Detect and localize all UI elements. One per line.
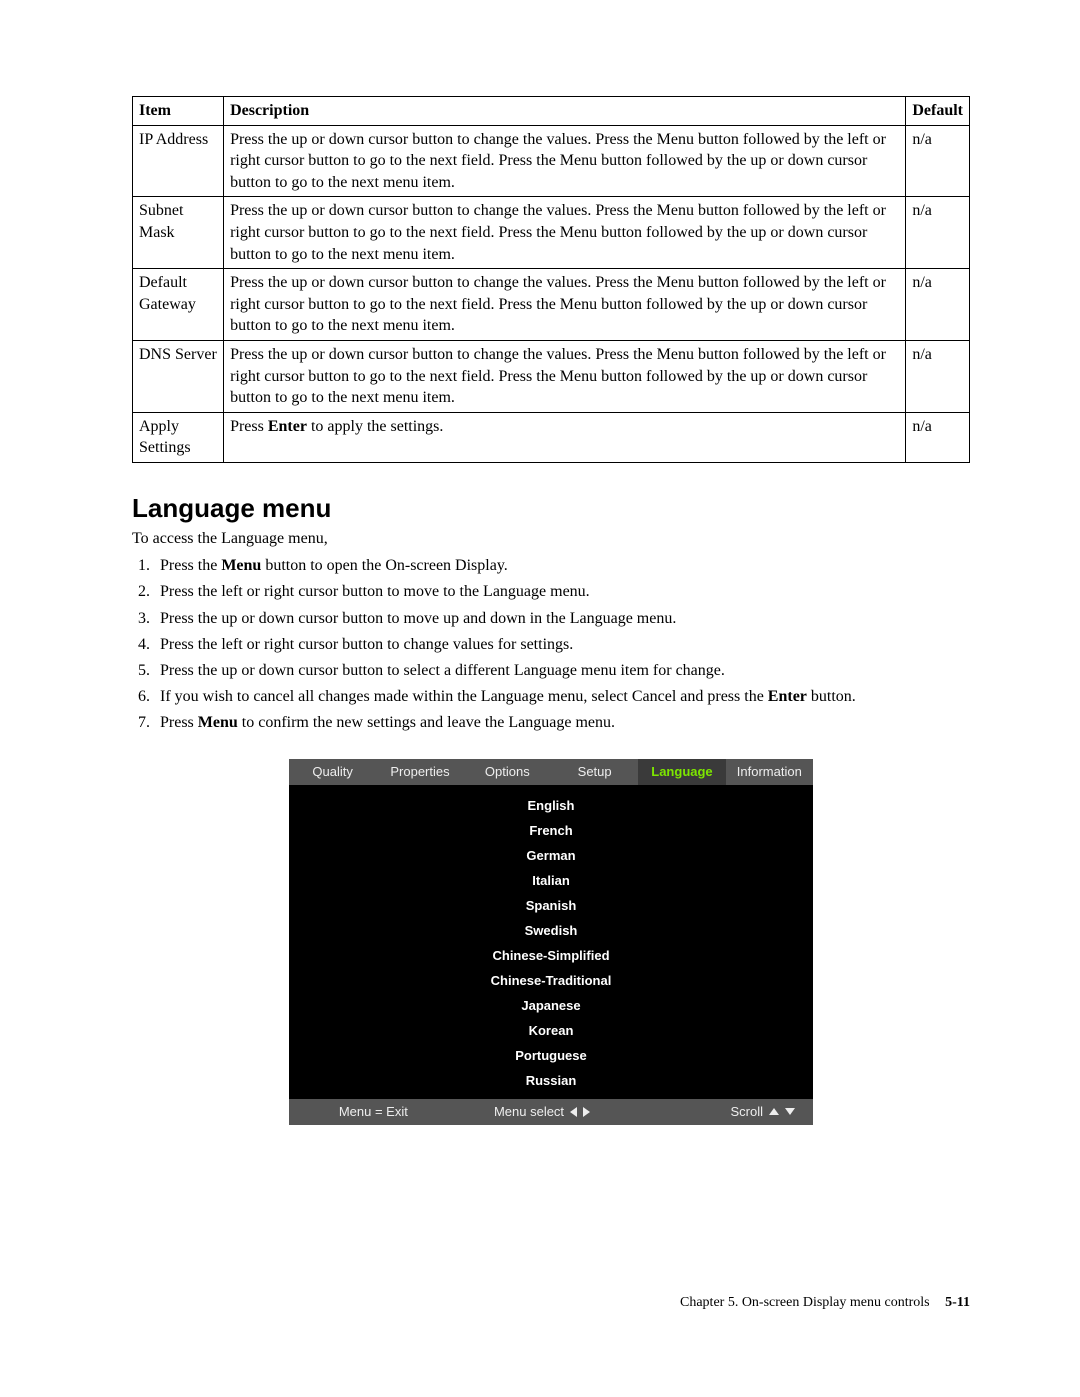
osd-tabs: QualityPropertiesOptionsSetupLanguageInf…	[289, 759, 813, 785]
osd-footer-right: Scroll	[626, 1104, 813, 1119]
list-item: Press the left or right cursor button to…	[154, 580, 970, 603]
osd-item[interactable]: English	[289, 793, 813, 818]
osd-item[interactable]: German	[289, 843, 813, 868]
osd-body: EnglishFrenchGermanItalianSpanishSwedish…	[289, 785, 813, 1099]
osd-tab-properties[interactable]: Properties	[376, 759, 463, 785]
steps-list: Press the Menu button to open the On-scr…	[132, 554, 970, 734]
osd-item[interactable]: Chinese-Simplified	[289, 943, 813, 968]
osd-item[interactable]: Chinese-Traditional	[289, 968, 813, 993]
list-item: Press the up or down cursor button to se…	[154, 659, 970, 682]
table-row: Apply SettingsPress Enter to apply the s…	[133, 412, 970, 462]
triangle-down-icon	[785, 1108, 795, 1115]
section-heading: Language menu	[132, 493, 970, 524]
triangle-up-icon	[769, 1108, 779, 1115]
osd-item[interactable]: Russian	[289, 1068, 813, 1093]
osd-item[interactable]: Italian	[289, 868, 813, 893]
list-item: Press the up or down cursor button to mo…	[154, 607, 970, 630]
col-default: Default	[906, 97, 970, 126]
list-item: If you wish to cancel all changes made w…	[154, 685, 970, 708]
list-item: Press Menu to confirm the new settings a…	[154, 711, 970, 734]
osd-tab-information[interactable]: Information	[726, 759, 813, 785]
osd-item[interactable]: Japanese	[289, 993, 813, 1018]
chapter-label: Chapter 5. On-screen Display menu contro…	[680, 1295, 930, 1310]
list-item: Press the left or right cursor button to…	[154, 633, 970, 656]
table-row: Default GatewayPress the up or down curs…	[133, 269, 970, 341]
osd-tab-language[interactable]: Language	[638, 759, 725, 785]
osd-item[interactable]: Spanish	[289, 893, 813, 918]
table-row: IP AddressPress the up or down cursor bu…	[133, 125, 970, 197]
osd-footer-left: Menu = Exit	[289, 1104, 458, 1119]
triangle-left-icon	[570, 1107, 577, 1117]
page-footer: Chapter 5. On-screen Display menu contro…	[132, 1295, 970, 1311]
table-row: DNS ServerPress the up or down cursor bu…	[133, 340, 970, 412]
osd-item[interactable]: French	[289, 818, 813, 843]
list-item: Press the Menu button to open the On-scr…	[154, 554, 970, 577]
osd-item[interactable]: Portuguese	[289, 1043, 813, 1068]
osd-tab-options[interactable]: Options	[464, 759, 551, 785]
col-description: Description	[224, 97, 906, 126]
table-row: Subnet MaskPress the up or down cursor b…	[133, 197, 970, 269]
osd-tab-setup[interactable]: Setup	[551, 759, 638, 785]
osd-footer: Menu = Exit Menu select Scroll	[289, 1099, 813, 1125]
osd-item[interactable]: Korean	[289, 1018, 813, 1043]
col-item: Item	[133, 97, 224, 126]
osd-footer-middle: Menu select	[458, 1104, 627, 1119]
intro-text: To access the Language menu,	[132, 528, 970, 550]
page-number: 5-11	[945, 1295, 970, 1310]
triangle-right-icon	[583, 1107, 590, 1117]
osd-item[interactable]: Swedish	[289, 918, 813, 943]
osd-panel: QualityPropertiesOptionsSetupLanguageInf…	[289, 759, 813, 1125]
osd-tab-quality[interactable]: Quality	[289, 759, 376, 785]
settings-table: Item Description Default IP AddressPress…	[132, 96, 970, 463]
